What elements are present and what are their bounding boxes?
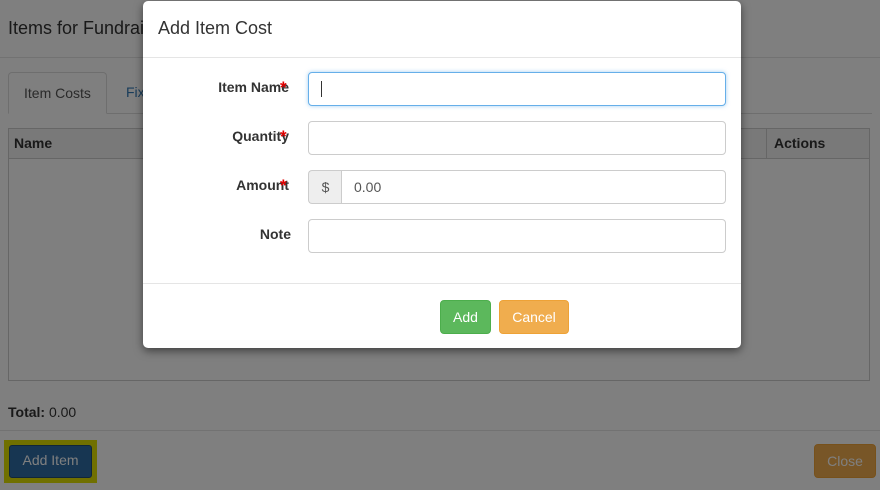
required-marker: * [280, 78, 287, 97]
modal-header: Add Item Cost [143, 1, 741, 58]
text-cursor [321, 81, 322, 97]
modal-title: Add Item Cost [158, 18, 273, 38]
required-marker: * [280, 176, 287, 195]
item-name-row: Item Name * [143, 72, 741, 106]
add-item-cost-dialog: Add Item Cost Item Name * Quantity * Amo… [143, 1, 741, 348]
quantity-input[interactable] [308, 121, 726, 155]
note-row: Note [143, 219, 741, 253]
screen: Items for Fundrai Item Costs Fix Name Ac… [0, 0, 880, 490]
note-input[interactable] [308, 219, 726, 253]
modal-footer: Add Cancel [143, 283, 741, 349]
currency-addon: $ [308, 170, 342, 204]
quantity-row: Quantity * [143, 121, 741, 155]
item-name-input[interactable] [308, 72, 726, 106]
add-button[interactable]: Add [440, 300, 491, 334]
amount-row: Amount * $ [143, 170, 741, 204]
item-name-label: Item Name [218, 79, 289, 95]
amount-input[interactable] [341, 170, 726, 204]
required-marker: * [280, 127, 287, 146]
cancel-button[interactable]: Cancel [499, 300, 569, 334]
note-label: Note [259, 226, 291, 242]
